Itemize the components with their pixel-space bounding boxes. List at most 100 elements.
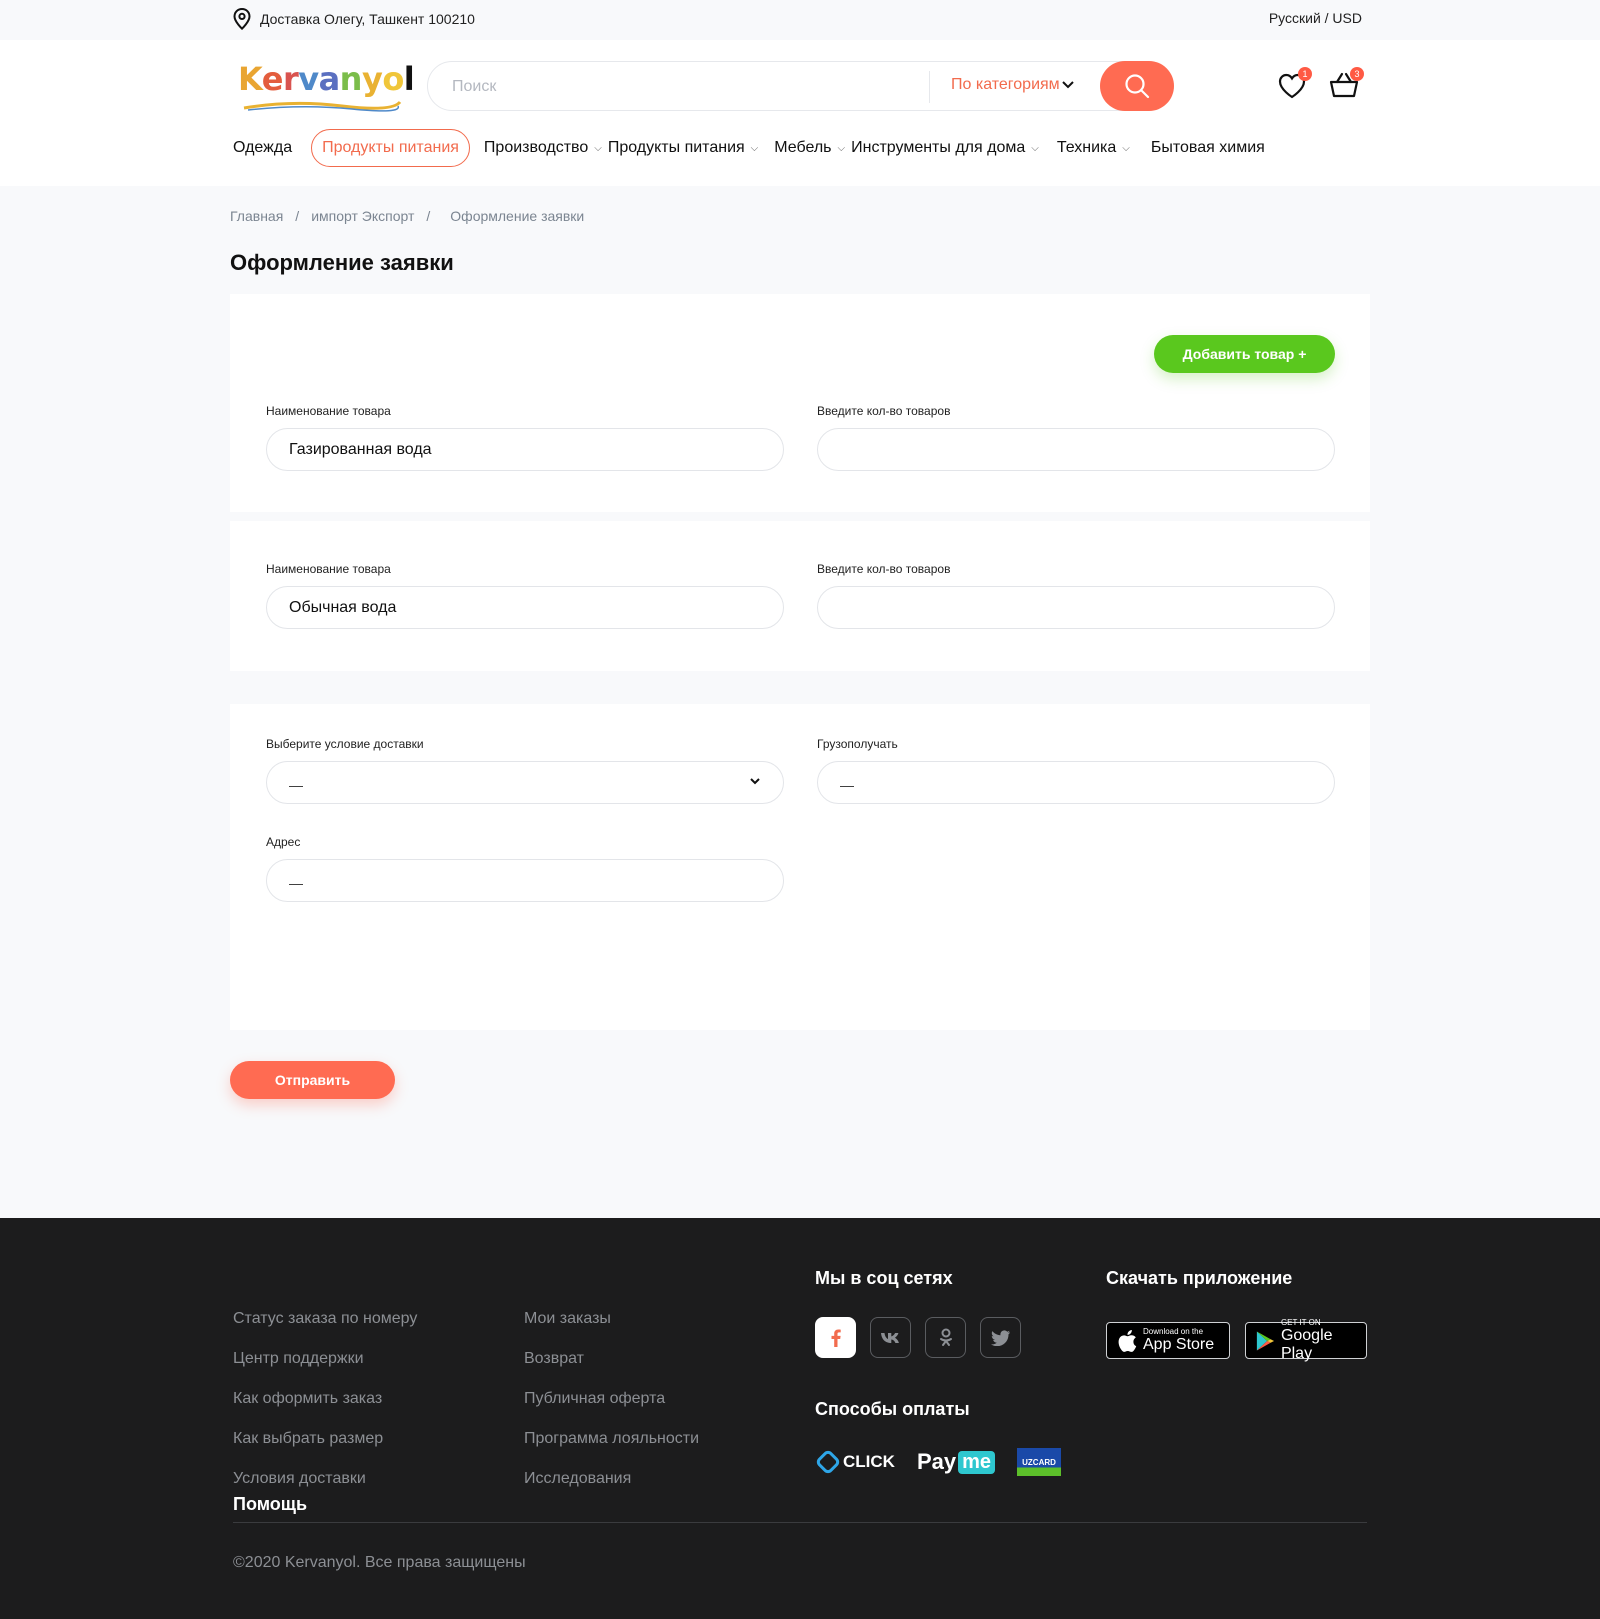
page-title: Оформление заявки <box>230 250 454 275</box>
footer-link-how-to-order[interactable]: Как оформить заказ <box>233 1390 417 1430</box>
nav-item-food-active[interactable]: Продукты питания <box>311 129 470 167</box>
product-qty-label: Введите кол-во товаров <box>817 404 951 418</box>
recipient-label: Грузополучать <box>817 737 898 751</box>
google-play-button[interactable]: GET IT ON Google Play <box>1245 1318 1367 1362</box>
nav-item-furniture[interactable]: Мебель ⌵ <box>774 139 845 157</box>
product-qty-field <box>817 428 1335 471</box>
breadcrumb-current: Оформление заявки <box>450 208 585 224</box>
search-input[interactable] <box>452 75 892 99</box>
category-nav: Одежда Продукты питания Производство ⌵ Пр… <box>233 128 1369 168</box>
top-bar: Доставка Олегу, Ташкент 100210 Русский /… <box>0 0 1600 40</box>
chevron-down-icon: ⌵ <box>1031 142 1039 154</box>
search-separator <box>929 71 930 103</box>
product-name-label: Наименование товара <box>266 562 391 576</box>
category-label: По категориям <box>951 76 1060 93</box>
facebook-icon[interactable] <box>815 1317 856 1358</box>
cart-button[interactable]: 3 <box>1328 67 1364 102</box>
cart-count-badge: 3 <box>1350 67 1364 81</box>
payment-methods: CLICK Pay me UZCARD <box>815 1448 1062 1476</box>
breadcrumb-separator: / <box>426 208 431 224</box>
category-dropdown[interactable]: По категориям <box>951 76 1074 94</box>
google-play-icon <box>1256 1331 1275 1350</box>
product-qty-input[interactable] <box>840 439 1300 461</box>
nav-item-home-tools[interactable]: Инструменты для дома ⌵ <box>851 139 1039 157</box>
apple-icon <box>1118 1329 1137 1352</box>
odnoklassniki-icon[interactable] <box>925 1317 966 1358</box>
vk-icon[interactable] <box>870 1317 911 1358</box>
breadcrumb: Главная / импорт Экспорт / Оформление за… <box>230 208 584 224</box>
chevron-down-icon: ⌵ <box>750 142 759 154</box>
footer-link-loyalty[interactable]: Программа лояльности <box>524 1430 699 1470</box>
product-qty-label: Введите кол-во товаров <box>817 562 951 576</box>
app-store-links: Download on the App Store GET IT ON Goog… <box>1106 1318 1367 1362</box>
delivery-condition-value: — <box>289 777 303 793</box>
nav-item-food[interactable]: Продукты питания ⌵ <box>608 139 758 157</box>
add-product-button[interactable]: Добавить товар + <box>1154 335 1335 373</box>
header: Kervanyol По категориям 1 <box>0 40 1600 186</box>
product-card-2: Наименование товара Введите кол-во товар… <box>230 521 1370 671</box>
click-logo: CLICK <box>815 1449 895 1475</box>
logo-wordmark: Kervanyol <box>238 60 415 98</box>
chevron-down-icon <box>750 778 760 785</box>
delivery-condition-select[interactable]: — <box>266 761 784 804</box>
click-ring-icon <box>816 1450 840 1474</box>
footer-link-support[interactable]: Центр поддержки <box>233 1350 417 1390</box>
chevron-down-icon <box>1061 81 1074 89</box>
app-store-button[interactable]: Download on the App Store <box>1106 1322 1230 1359</box>
search-icon <box>1125 74 1150 99</box>
footer-links-col-2: Мои заказы Возврат Публичная оферта Прог… <box>524 1310 699 1510</box>
recipient-field[interactable]: — <box>817 761 1335 804</box>
nav-item-electronics[interactable]: Техника ⌵ <box>1057 139 1130 157</box>
delivery-card: Выберите условие доставки — Грузополучат… <box>230 704 1370 1030</box>
footer-link-my-orders[interactable]: Мои заказы <box>524 1310 699 1350</box>
product-card-1: Добавить товар + Наименование товара Вве… <box>230 294 1370 512</box>
search-button[interactable] <box>1100 61 1174 111</box>
header-actions: 1 3 <box>1276 67 1364 102</box>
footer-links-col-1: Статус заказа по номеру Центр поддержки … <box>233 1310 417 1510</box>
nav-item-production[interactable]: Производство ⌵ <box>484 139 602 157</box>
delivery-condition-label: Выберите условие доставки <box>266 737 424 751</box>
social-links <box>815 1317 1021 1358</box>
delivery-text: Доставка Олегу, Ташкент 100210 <box>260 11 475 27</box>
language-currency-selector[interactable]: Русский / USD <box>1269 10 1362 26</box>
product-qty-input[interactable] <box>840 597 1300 619</box>
delivery-location[interactable]: Доставка Олегу, Ташкент 100210 <box>232 8 475 30</box>
footer-link-returns[interactable]: Возврат <box>524 1350 699 1390</box>
twitter-icon[interactable] <box>980 1317 1021 1358</box>
product-qty-field <box>817 586 1335 629</box>
footer-help-heading: Помощь <box>233 1494 308 1514</box>
breadcrumb-home[interactable]: Главная <box>230 208 283 224</box>
address-label: Адрес <box>266 835 301 849</box>
product-name-field <box>266 586 784 629</box>
search-bar: По категориям <box>427 61 1174 111</box>
submit-button[interactable]: Отправить <box>230 1061 395 1099</box>
chevron-down-icon: ⌵ <box>1122 142 1130 154</box>
footer-link-public-offer[interactable]: Публичная оферта <box>524 1390 699 1430</box>
payme-logo: Pay me <box>917 1449 996 1475</box>
chevron-down-icon: ⌵ <box>837 142 846 154</box>
location-pin-icon <box>233 8 251 30</box>
nav-item-clothing[interactable]: Одежда <box>233 139 292 157</box>
logo[interactable]: Kervanyol <box>238 60 415 112</box>
nav-item-household-chemicals[interactable]: Бытовая химия <box>1151 139 1265 157</box>
wishlist-button[interactable]: 1 <box>1276 67 1312 102</box>
wishlist-count-badge: 1 <box>1298 67 1312 81</box>
recipient-value: — <box>840 777 854 793</box>
product-name-input[interactable] <box>289 597 749 619</box>
product-name-input[interactable] <box>289 439 749 461</box>
footer-link-size-guide[interactable]: Как выбрать размер <box>233 1430 417 1470</box>
uzcard-logo: UZCARD <box>1017 1448 1062 1476</box>
chevron-down-icon: ⌵ <box>594 142 602 154</box>
breadcrumb-import-export[interactable]: импорт Экспорт <box>311 208 414 224</box>
payment-heading: Способы оплаты <box>815 1399 970 1419</box>
footer-divider <box>233 1522 1367 1523</box>
footer-link-research[interactable]: Исследования <box>524 1470 699 1510</box>
copyright: ©2020 Kervanyol. Все права защищены <box>233 1554 526 1571</box>
product-name-field <box>266 428 784 471</box>
footer-link-order-status[interactable]: Статус заказа по номеру <box>233 1310 417 1350</box>
footer: Статус заказа по номеру Центр поддержки … <box>0 1218 1600 1619</box>
product-name-label: Наименование товара <box>266 404 391 418</box>
address-field[interactable]: — <box>266 859 784 902</box>
social-heading: Мы в соц сетях <box>815 1268 953 1288</box>
logo-swoosh-icon <box>243 100 402 112</box>
